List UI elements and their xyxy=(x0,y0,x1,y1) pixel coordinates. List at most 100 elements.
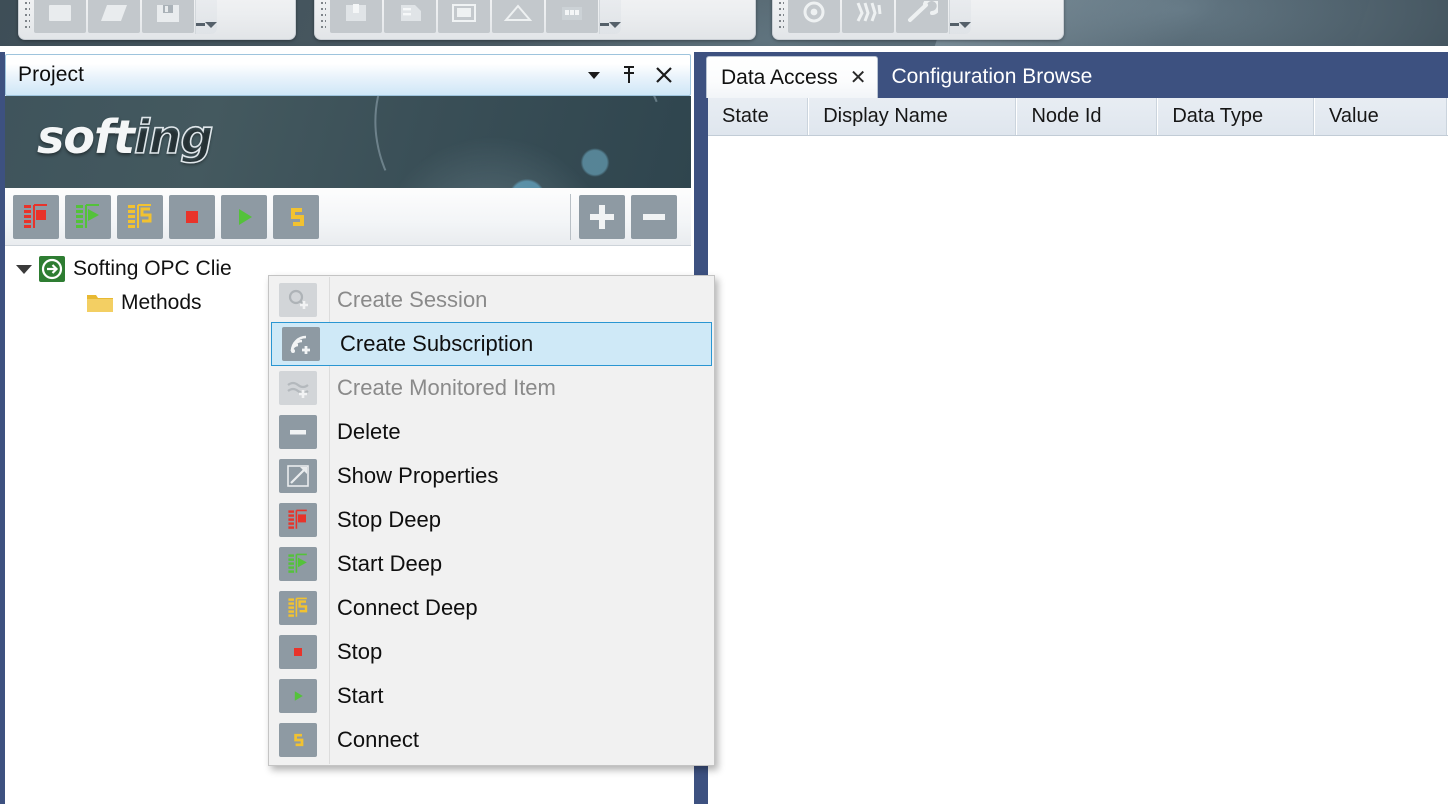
stop-icon xyxy=(186,210,198,223)
grid-cells-icon xyxy=(562,7,582,20)
tab-data-access[interactable]: Data Access ✕ xyxy=(706,56,878,98)
grid-header-row: State Display Name Node Id Data Type Val… xyxy=(708,98,1448,136)
paste-button[interactable] xyxy=(330,0,382,33)
panel-pin-button[interactable] xyxy=(620,64,638,86)
stop-button[interactable] xyxy=(169,194,215,239)
grid-column-node-id[interactable]: Node Id xyxy=(1017,98,1159,135)
menu-item-stop-deep[interactable]: Stop Deep xyxy=(269,498,714,542)
ribbon-toolbar xyxy=(0,0,1448,46)
menu-item-create-session[interactable]: Create Session xyxy=(269,278,714,322)
group-grip-handle[interactable] xyxy=(24,0,30,32)
group-grip-handle[interactable] xyxy=(320,0,326,32)
ribbon-group-edit-expand[interactable] xyxy=(599,0,621,34)
chevron-down-icon xyxy=(588,72,600,79)
ribbon-group-file-expand[interactable] xyxy=(195,0,217,34)
start-deep-button[interactable] xyxy=(65,194,111,239)
stop-deep-button[interactable] xyxy=(13,194,59,239)
project-toolbar xyxy=(5,188,691,246)
connect-icon xyxy=(291,207,304,226)
stop-icon xyxy=(279,635,317,669)
copy-pages-icon xyxy=(452,4,476,22)
grid-column-display-name[interactable]: Display Name xyxy=(809,98,1018,135)
start-icon xyxy=(239,208,252,225)
grid-column-state[interactable]: State xyxy=(708,98,810,135)
logo-outline-text: ing xyxy=(133,109,214,165)
menu-item-create-subscription[interactable]: Create Subscription xyxy=(271,322,712,366)
data-access-grid: State Display Name Node Id Data Type Val… xyxy=(708,98,1448,804)
cut-button[interactable] xyxy=(384,0,436,33)
caption-button-group xyxy=(584,64,690,86)
ribbon-group-edit xyxy=(314,0,756,40)
tab-label: Configuration Browse xyxy=(891,65,1093,88)
close-icon[interactable]: ✕ xyxy=(850,68,867,88)
folder-icon xyxy=(85,289,115,317)
menu-item-connect[interactable]: Connect xyxy=(269,718,714,762)
tree-item-label: Methods xyxy=(121,291,202,314)
menu-item-label: Show Properties xyxy=(337,463,499,488)
opc-client-icon xyxy=(37,255,67,283)
menu-item-start-deep[interactable]: Start Deep xyxy=(269,542,714,586)
menu-item-label: Stop Deep xyxy=(337,507,441,532)
menu-item-create-monitored-item[interactable]: Create Monitored Item xyxy=(269,366,714,410)
open-button[interactable] xyxy=(88,0,140,33)
start-deep-icon xyxy=(76,203,99,228)
connect-tool-button[interactable] xyxy=(842,0,894,33)
wrench-button[interactable] xyxy=(896,0,948,33)
wrench-icon xyxy=(908,1,938,22)
context-menu: Create Session Create Subscription Creat… xyxy=(268,275,715,766)
add-button[interactable] xyxy=(579,194,625,239)
menu-item-label: Create Monitored Item xyxy=(337,375,556,400)
export-button[interactable] xyxy=(492,0,544,33)
show-properties-icon xyxy=(279,459,317,493)
menu-item-delete[interactable]: Delete xyxy=(269,410,714,454)
expand-collapse-icon[interactable] xyxy=(11,264,37,274)
connect-icon xyxy=(279,723,317,757)
close-icon xyxy=(656,67,672,83)
panel-close-button[interactable] xyxy=(654,65,674,85)
document-tabstrip: Data Access ✕ Configuration Browse xyxy=(702,52,1448,98)
remove-button[interactable] xyxy=(631,194,677,239)
menu-item-label: Connect xyxy=(337,727,419,752)
page-title: Project xyxy=(18,63,85,86)
create-subscription-icon xyxy=(282,327,320,361)
create-monitored-item-icon xyxy=(279,371,317,405)
ribbon-group-tools-expand[interactable] xyxy=(949,0,971,34)
save-button[interactable] xyxy=(142,0,194,33)
document-area: Data Access ✕ Configuration Browse State… xyxy=(702,52,1448,804)
open-folder-icon xyxy=(101,5,127,21)
gear-icon xyxy=(803,1,825,23)
start-button[interactable] xyxy=(221,194,267,239)
application-window: Project softing Softing OPC Clie Methods… xyxy=(0,0,1448,804)
grid-button[interactable] xyxy=(546,0,598,33)
softing-logo-banner: softing xyxy=(5,96,691,188)
grid-column-value[interactable]: Value xyxy=(1315,98,1448,135)
plug-connect-icon xyxy=(856,2,882,22)
banner-mesh-decoration xyxy=(461,96,691,188)
group-grip-handle[interactable] xyxy=(778,0,784,32)
copy-button[interactable] xyxy=(438,0,490,33)
project-panel-caption: Project xyxy=(5,54,691,96)
menu-item-label: Create Session xyxy=(337,287,488,312)
menu-item-label: Create Subscription xyxy=(340,331,534,356)
minus-icon xyxy=(643,213,665,220)
menu-item-label: Connect Deep xyxy=(337,595,478,620)
stop-deep-icon xyxy=(279,503,317,537)
menu-item-label: Start Deep xyxy=(337,551,443,576)
tab-configuration-browse[interactable]: Configuration Browse xyxy=(878,56,1103,98)
softing-logo: softing xyxy=(37,109,214,165)
settings-button[interactable] xyxy=(788,0,840,33)
plus-icon xyxy=(590,204,614,229)
connect-button[interactable] xyxy=(273,194,319,239)
grid-column-data-type[interactable]: Data Type xyxy=(1158,98,1316,135)
panel-menu-button[interactable] xyxy=(584,65,604,85)
pin-icon xyxy=(624,66,634,83)
menu-item-stop[interactable]: Stop xyxy=(269,630,714,674)
ribbon-group-tools xyxy=(772,0,1064,40)
new-button[interactable] xyxy=(34,0,86,33)
tab-label: Data Access xyxy=(721,65,838,89)
menu-item-connect-deep[interactable]: Connect Deep xyxy=(269,586,714,630)
connect-deep-button[interactable] xyxy=(117,194,163,239)
menu-item-start[interactable]: Start xyxy=(269,674,714,718)
menu-item-show-properties[interactable]: Show Properties xyxy=(269,454,714,498)
grid-body[interactable] xyxy=(708,136,1448,804)
